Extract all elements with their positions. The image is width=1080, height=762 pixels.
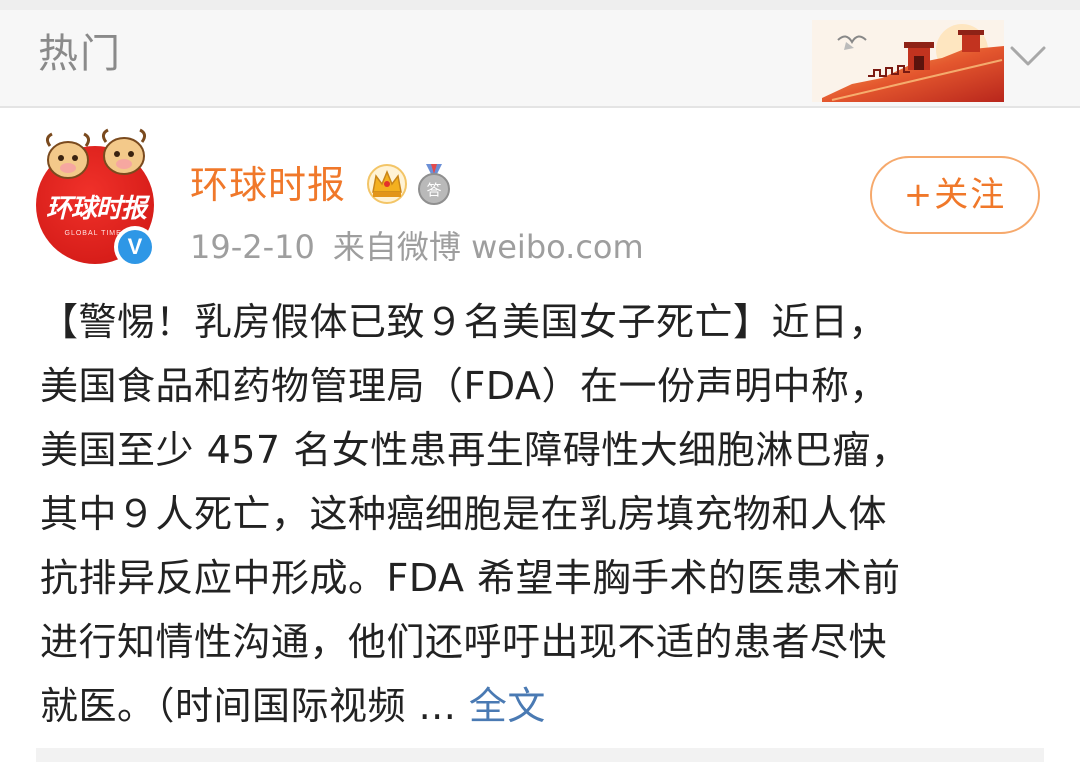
post-text-line: 进行知情性沟通，他们还呼吁出现不适的患者尽快 <box>40 620 888 664</box>
verified-mark: V <box>118 230 152 264</box>
great-wall-banner <box>812 20 1004 102</box>
post-text-line: 其中９人死亡，这种癌细胞是在乳房填充物和人体 <box>40 492 888 536</box>
post-text-line: 抗排异反应中形成。FDA 希望丰胸手术的医患术前 <box>40 556 901 600</box>
post-text-line: 【警惕！乳房假体已致９名美国女子死亡】近日， <box>40 300 888 344</box>
post-source[interactable]: 来自微博 weibo.com <box>333 228 644 266</box>
medal-label: 答 <box>426 181 441 199</box>
media-preview-edge <box>36 748 1044 762</box>
crown-icon[interactable] <box>364 162 410 206</box>
chevron-down-icon[interactable] <box>1006 40 1050 70</box>
top-header: 热门 <box>0 0 1080 108</box>
follow-button[interactable]: +关注 <box>870 156 1040 234</box>
verified-icon: V <box>114 226 156 268</box>
status-strip <box>0 0 1080 10</box>
post-body: 【警惕！乳房假体已致９名美国女子死亡】近日， 美国食品和药物管理局（FDA）在一… <box>40 290 1050 738</box>
username[interactable]: 环球时报 <box>190 160 346 210</box>
post-text-last-line: 就医。（时间国际视频 ... 全文 <box>40 674 1050 738</box>
ox-mascot-icon <box>45 128 147 179</box>
medal-icon[interactable]: 答 <box>414 162 454 206</box>
post-text-line: 美国至少 457 名女性患再生障碍性大细胞淋巴瘤， <box>40 428 910 472</box>
avatar-logo-text: 环球时报 <box>45 194 147 224</box>
section-title: 热门 <box>38 31 122 77</box>
weibo-page: 热门 环球时报 GLOBAL TIMES V 环球时报 答 19-2-10 来自… <box>0 0 1080 762</box>
post-date: 19-2-10 <box>190 228 315 266</box>
post-meta: 19-2-10 来自微博 weibo.com <box>190 226 662 268</box>
post-text-line: 美国食品和药物管理局（FDA）在一份声明中称， <box>40 364 888 408</box>
full-text-link[interactable]: 全文 <box>469 684 546 728</box>
post-text-line: 就医。（时间国际视频 ... <box>40 684 469 728</box>
